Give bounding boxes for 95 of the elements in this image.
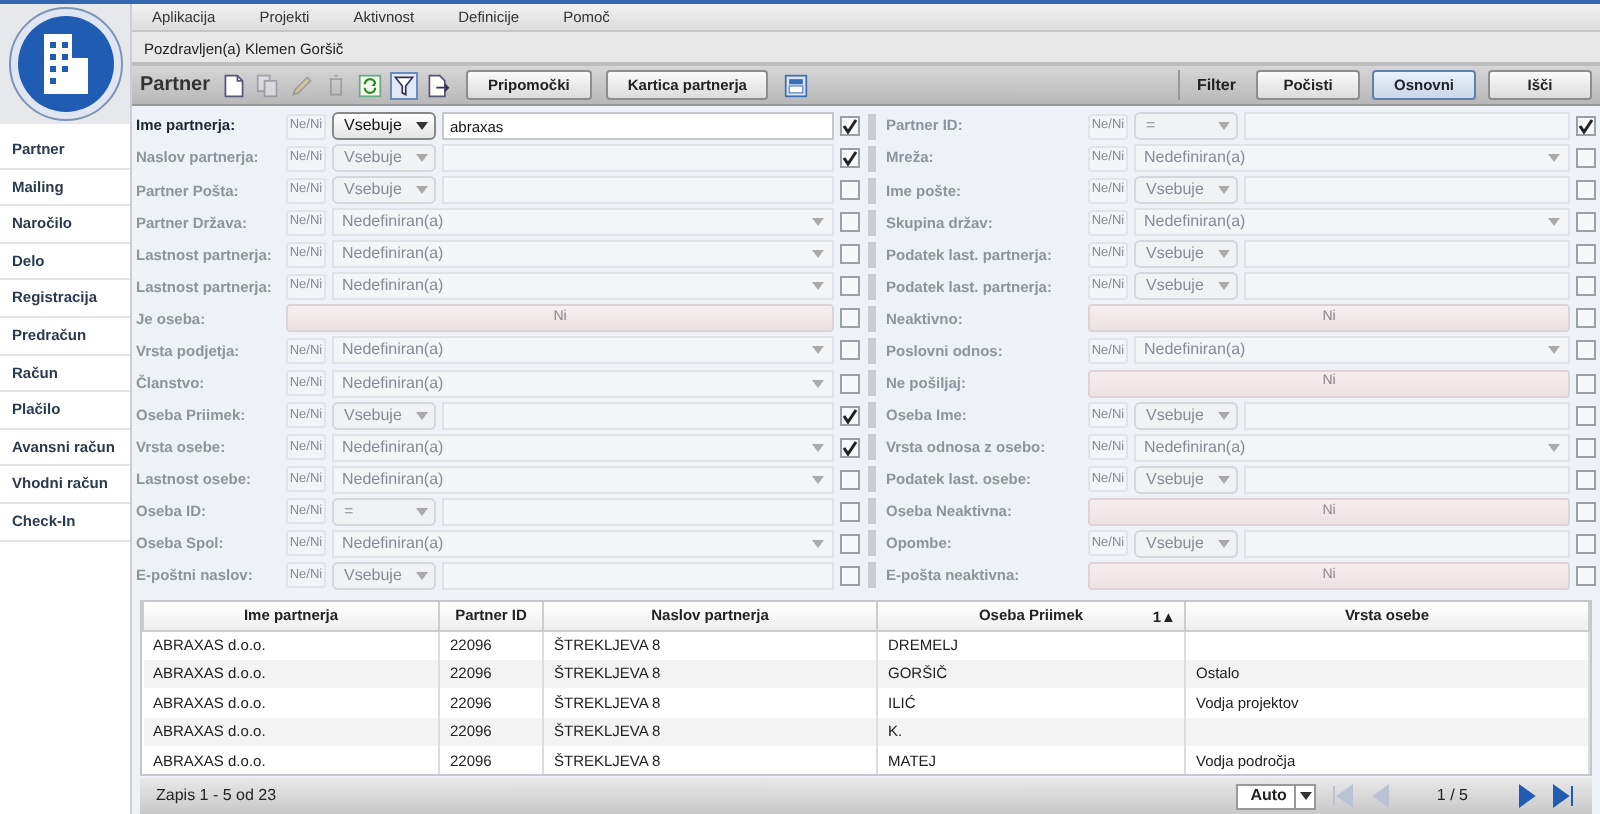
filter-checkbox[interactable] — [840, 533, 860, 554]
filter-checkbox[interactable] — [840, 180, 860, 201]
filter-checkbox[interactable] — [1576, 116, 1596, 137]
filter-label: Filter — [1196, 73, 1236, 97]
filter-checkbox[interactable] — [1576, 340, 1596, 361]
filter-checkbox[interactable] — [840, 308, 860, 329]
caret-icon — [1548, 218, 1560, 227]
filter-checkbox[interactable] — [840, 373, 860, 394]
export-button[interactable] — [424, 71, 453, 99]
value-field[interactable] — [1244, 272, 1570, 301]
filter-button[interactable] — [390, 71, 419, 99]
caret-icon — [1218, 186, 1230, 195]
window-button[interactable] — [782, 71, 811, 99]
filter-checkbox[interactable] — [840, 148, 860, 169]
filter-checkbox[interactable] — [1576, 212, 1596, 233]
select-dropdown[interactable]: Nedefiniran(a) — [332, 272, 834, 301]
caret-icon — [812, 443, 824, 452]
filter-checkbox[interactable] — [1576, 437, 1596, 458]
record-summary: Zapis 1 - 5 od 23 — [156, 784, 277, 808]
operator-dropdown[interactable]: Vsebuje — [332, 144, 436, 173]
caret-icon — [812, 282, 824, 291]
caret-icon — [416, 122, 428, 131]
value-field[interactable] — [1244, 529, 1570, 558]
operator-dropdown[interactable]: Vsebuje — [1134, 240, 1238, 269]
caret-icon — [416, 154, 428, 163]
filter-checkbox[interactable] — [1576, 469, 1596, 490]
operator-dropdown[interactable]: Vsebuje — [332, 401, 436, 430]
caret-icon — [416, 507, 428, 516]
operator-dropdown[interactable]: Vsebuje — [1134, 401, 1238, 430]
filter-checkbox[interactable] — [1576, 180, 1596, 201]
caret-icon — [812, 346, 824, 355]
filter-checkbox[interactable] — [840, 469, 860, 490]
filter-checkbox[interactable] — [1576, 244, 1596, 265]
caret-icon — [812, 218, 824, 227]
caret-icon — [416, 411, 428, 420]
operator-dropdown[interactable]: Vsebuje — [1134, 176, 1238, 205]
select-dropdown[interactable]: Nedefiniran(a) — [1134, 144, 1570, 173]
caret-icon — [1218, 475, 1230, 484]
select-dropdown[interactable]: Nedefiniran(a) — [332, 240, 834, 269]
page-indicator: 1 / 5 — [1436, 784, 1468, 808]
select-dropdown[interactable]: Nedefiniran(a) — [332, 336, 834, 365]
caret-icon — [416, 571, 428, 580]
select-dropdown[interactable]: Nedefiniran(a) — [1134, 433, 1570, 462]
caret-icon — [416, 186, 428, 195]
filter-checkbox[interactable] — [1576, 405, 1596, 426]
filter-checkbox[interactable] — [840, 565, 860, 586]
operator-dropdown[interactable]: Vsebuje — [1134, 272, 1238, 301]
filter-checkbox[interactable] — [1576, 565, 1596, 586]
caret-icon — [812, 250, 824, 259]
select-dropdown[interactable]: Nedefiniran(a) — [332, 369, 834, 398]
caret-icon — [1218, 282, 1230, 291]
filter-checkbox[interactable] — [1576, 148, 1596, 169]
select-dropdown[interactable]: Nedefiniran(a) — [332, 465, 834, 494]
operator-dropdown[interactable]: Vsebuje — [1134, 529, 1238, 558]
last-page-button[interactable] — [1550, 783, 1576, 809]
caret-icon — [812, 379, 824, 388]
select-dropdown[interactable]: Nedefiniran(a) — [1134, 336, 1570, 365]
filter-checkbox[interactable] — [840, 244, 860, 265]
filter-checkbox[interactable] — [1576, 276, 1596, 297]
filter-checkbox[interactable] — [840, 276, 860, 297]
value-field[interactable] — [1244, 401, 1570, 430]
operator-dropdown[interactable]: Vsebuje — [1134, 465, 1238, 494]
filter-checkbox[interactable] — [1576, 501, 1596, 522]
filter-checkbox[interactable] — [840, 212, 860, 233]
toolbar-title: Partner — [140, 72, 211, 100]
operator-dropdown[interactable]: = — [1134, 112, 1238, 141]
filter-checkbox[interactable] — [840, 340, 860, 361]
caret-icon — [1548, 154, 1560, 163]
select-dropdown[interactable]: Nedefiniran(a) — [332, 208, 834, 237]
caret-icon — [1218, 539, 1230, 548]
caret-icon — [1299, 792, 1312, 800]
filter-checkbox[interactable] — [1576, 373, 1596, 394]
filter-checkbox[interactable] — [1576, 308, 1596, 329]
caret-icon — [1218, 250, 1230, 259]
caret-icon — [1548, 346, 1560, 355]
select-dropdown[interactable]: Nedefiniran(a) — [1134, 208, 1570, 237]
refresh-button[interactable] — [356, 71, 385, 99]
filter-checkbox[interactable] — [1576, 533, 1596, 554]
filter-checkbox[interactable] — [840, 501, 860, 522]
caret-icon — [1548, 443, 1560, 452]
caret-icon — [812, 475, 824, 484]
document-button[interactable] — [220, 71, 249, 99]
caret-icon — [812, 539, 824, 548]
operator-dropdown[interactable]: Vsebuje — [332, 176, 436, 205]
filter-checkbox[interactable] — [840, 405, 860, 426]
select-dropdown[interactable]: Nedefiniran(a) — [332, 433, 834, 462]
caret-icon — [1218, 122, 1230, 131]
filter-checkbox[interactable] — [840, 437, 860, 458]
operator-dropdown[interactable]: Vsebuje — [332, 112, 436, 141]
page-size-dropdown[interactable]: Auto — [1236, 783, 1317, 809]
operator-dropdown[interactable]: Vsebuje — [332, 561, 436, 590]
operator-dropdown[interactable]: = — [332, 497, 436, 526]
select-dropdown[interactable]: Nedefiniran(a) — [332, 529, 834, 558]
caret-icon — [1218, 411, 1230, 420]
filter-checkbox[interactable] — [840, 116, 860, 137]
